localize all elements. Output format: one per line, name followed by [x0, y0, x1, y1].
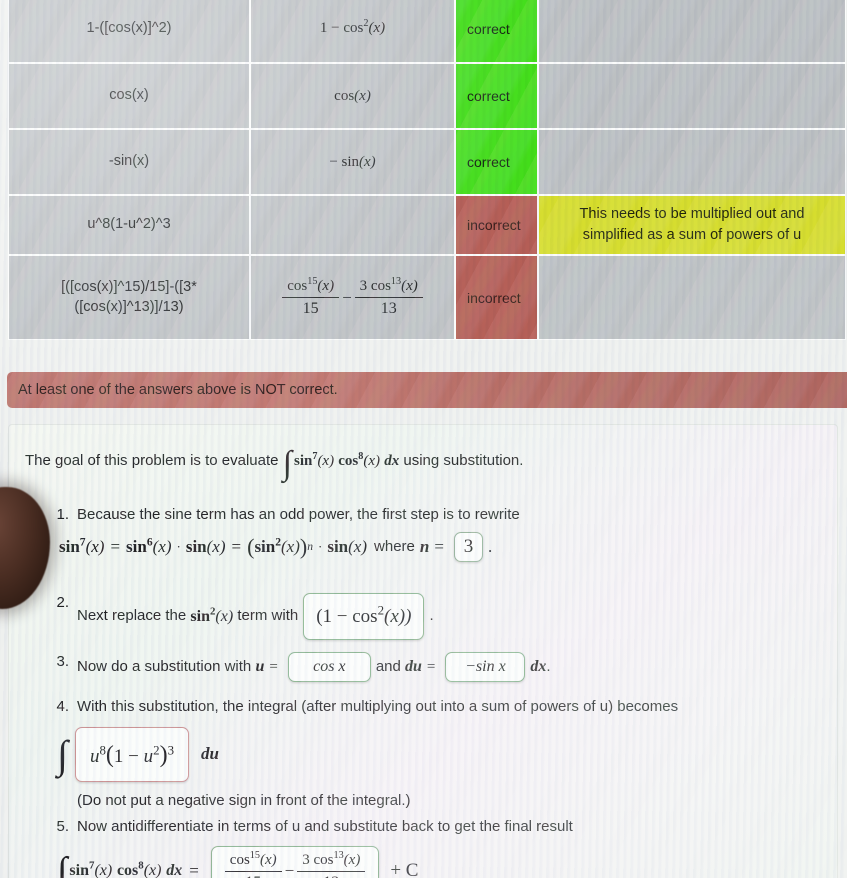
step-3-du-label: du [405, 658, 422, 676]
preview-lead: − sin [329, 153, 360, 170]
problem-goal: The goal of this problem is to evaluate … [25, 447, 815, 481]
step-2: 2. Next replace the sin2 (x) term with (1… [43, 593, 813, 640]
entered-answer-line-1: [([cos(x)]^15)/15]-([3* [61, 278, 197, 295]
frac-num-base: 3 cos [359, 278, 391, 295]
status-badge: correct [455, 63, 538, 129]
table-row: [([cos(x)]^15)/15]-([3* ([cos(x)]^13)]/1… [8, 255, 846, 340]
step-3-du-value: −sin x [465, 658, 506, 676]
alert-banner: At least one of the answers above is NOT… [7, 372, 847, 408]
step-4-differential: du [201, 744, 220, 764]
step-4-note: (Do not put a negative sign in front of … [77, 792, 411, 810]
message-cell [538, 63, 846, 129]
step-1: 1. Because the sine term has an odd powe… [43, 505, 813, 563]
preview-fraction-left: cos15(x) 15 [282, 276, 340, 318]
step-5-text: Now antidifferentiate in terms of u and … [77, 818, 573, 835]
entered-answer-cell: 1-([cos(x)]^2) [8, 0, 250, 63]
step-3-text-before: Now do a substitution with [77, 657, 252, 675]
frac-num-arg: (x) [317, 278, 335, 295]
step-1-answer-value: 3 [463, 536, 474, 558]
step-4-answer-value: u8((1 − 1 − u2)3 [89, 741, 175, 768]
frac-den: 13 [380, 299, 397, 317]
entered-answer-cell: -sin(x) [8, 129, 250, 195]
goal-differential: dx [384, 453, 400, 469]
problem-panel: The goal of this problem is to evaluate … [8, 424, 838, 878]
status-badge: correct [455, 0, 538, 63]
goal-prefix: The goal of this problem is to evaluate [25, 452, 279, 469]
table-row: u^8(1-u^2)^3 incorrect This needs to be … [8, 195, 846, 255]
preview-lead: 1 − cos [319, 20, 364, 36]
step-5-answer-input[interactable]: cos15(x) 15 − 3 cos13(x) 13 [210, 846, 380, 878]
step-5-constant: + C [390, 860, 419, 878]
step-5-fraction-right: 3 cos13(x) 13 [297, 850, 366, 878]
status-badge: correct [455, 129, 538, 195]
step-3-u-input[interactable]: cos x [287, 652, 371, 682]
frac-num-arg: (x) [401, 278, 418, 295]
integral-icon: ∫ [57, 849, 68, 878]
step-4: 4. With this substitution, the integral … [43, 697, 813, 812]
step-3-u-value: cos x [313, 658, 346, 676]
preview-operator: − [342, 287, 352, 307]
step-number: 5. [56, 818, 69, 835]
entered-answer-cell: u^8(1-u^2)^3 [8, 195, 250, 255]
frac-num-exp: 13 [390, 276, 402, 288]
step-3-text-mid: and [375, 657, 401, 675]
step-1-answer-input[interactable]: 3 [453, 532, 483, 563]
step-2-text-before: Next replace the [77, 607, 187, 625]
step-2-term-base: sin [190, 607, 210, 625]
step-2-answer-input[interactable]: (1 − cos2(x)) [303, 593, 425, 640]
answer-preview-cell [250, 195, 455, 255]
step-2-text-after: term with [237, 607, 299, 625]
step-2-answer-value: (1 − cos2(x)) [316, 602, 412, 627]
step-2-term-arg: (x) [215, 607, 234, 625]
table-row: -sin(x) − sin(x) correct [8, 129, 846, 195]
message-cell [538, 129, 846, 195]
status-badge: incorrect [455, 255, 538, 340]
goal-sin-arg: (x) [317, 453, 335, 469]
status-badge: incorrect [455, 195, 538, 255]
goal-cos-arg: (x) [363, 453, 381, 469]
message-cell [538, 0, 846, 63]
step-1-text: Because the sine term has an odd power, … [77, 506, 520, 523]
preview-arg: (x) [354, 87, 371, 104]
integral-icon: ∫ [282, 445, 292, 482]
step-4-answer-input[interactable]: u8((1 − 1 − u2)3 [74, 727, 190, 783]
frac-num-base: cos [287, 278, 308, 295]
goal-sin: sin7 [293, 451, 318, 469]
step-number: 3. [56, 653, 69, 670]
entered-answer-line-2: ([cos(x)]^13)]/13) [74, 298, 184, 315]
step-5-fraction-left: cos15(x) 15 [224, 850, 282, 878]
step-4-text: With this substitution, the integral (af… [77, 698, 679, 715]
step-5: 5. Now antidifferentiate in terms of u a… [43, 817, 813, 878]
preview-fraction-right: 3 cos13(x) 13 [354, 276, 423, 318]
goal-suffix: using substitution. [403, 452, 524, 469]
table-row: cos(x) cos(x) correct [8, 63, 846, 129]
entered-answer-cell: cos(x) [8, 63, 250, 129]
step-3-dx-label: dx [530, 658, 547, 676]
entered-answer-cell: [([cos(x)]^15)/15]-([3* ([cos(x)]^13)]/1… [8, 255, 250, 340]
preview-arg: (x) [368, 20, 386, 36]
answer-preview-cell: cos15(x) 15 − 3 cos13(x) 13 [250, 255, 455, 340]
table-row: 1-([cos(x)]^2) 1 − cos2(x) correct [8, 0, 846, 63]
screenshot-root: 1-([cos(x)]^2) 1 − cos2(x) correct cos(x… [0, 0, 847, 878]
answer-preview-cell: 1 − cos2(x) [250, 0, 455, 63]
message-cell: This needs to be multiplied out and simp… [538, 195, 846, 255]
step-1-equation: sin7 (x) = sin6 (x) · sin (x) = (sin2 (x)) n … [59, 532, 813, 563]
preview-lead: cos [334, 87, 355, 104]
frac-den: 15 [302, 299, 319, 317]
step-3-u-label: u [255, 658, 265, 676]
step-number: 4. [56, 698, 69, 715]
preview-arg: (x) [359, 153, 376, 170]
message-cell [538, 255, 846, 340]
goal-cos: cos8 [338, 451, 364, 469]
answer-preview-cell: − sin(x) [250, 129, 455, 195]
integral-icon: ∫ [57, 731, 68, 777]
step-3: 3. Now do a substitution with u = cos x … [43, 652, 813, 682]
step-number: 2. [56, 594, 69, 611]
alert-text: At least one of the answers above is NOT… [18, 382, 338, 398]
step-3-du-input[interactable]: −sin x [445, 652, 526, 682]
answer-preview-cell: cos(x) [250, 63, 455, 129]
frac-num-exp: 15 [307, 276, 318, 288]
results-table: 1-([cos(x)]^2) 1 − cos2(x) correct cos(x… [8, 0, 846, 340]
